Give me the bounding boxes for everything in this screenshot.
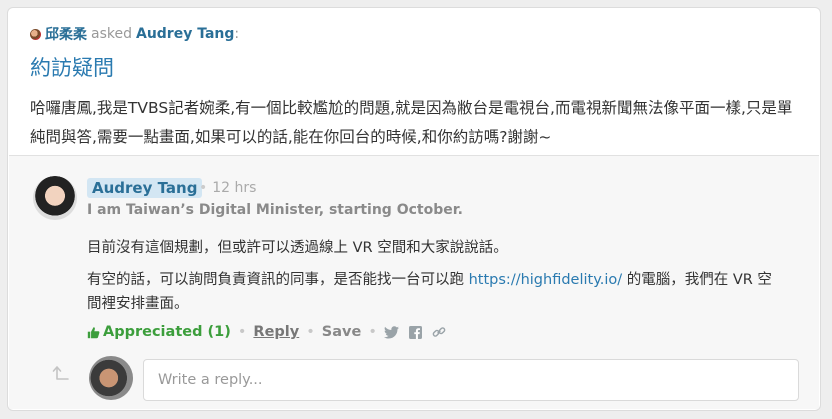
answer-actions: Appreciated (1) • Reply • Save • (87, 324, 456, 340)
question-card: 邱柔柔 asked Audrey Tang : 約訪疑問 哈囉唐鳳,我是TVBS… (7, 7, 821, 411)
reply-input[interactable] (143, 359, 799, 401)
facebook-icon[interactable] (408, 325, 422, 339)
answer-paragraph-2: 有空的話，可以詢問負責資訊的同事，是否能找一台可以跑 https://highf… (87, 268, 777, 316)
question-body: 哈囉唐鳳,我是TVBS記者婉柔,有一個比較尷尬的問題,就是因為敝台是電視台,而電… (30, 99, 793, 146)
highfidelity-link[interactable]: https://highfidelity.io/ (469, 272, 623, 288)
thumbs-up-icon (87, 326, 100, 338)
question-title[interactable]: 約訪疑問 (30, 52, 114, 82)
current-user-avatar[interactable] (89, 356, 133, 400)
asker-avatar[interactable] (30, 28, 41, 40)
meta-colon: : (234, 26, 240, 42)
answer-timestamp: • 12 hrs (199, 180, 257, 196)
recipient-link[interactable]: Audrey Tang (136, 26, 234, 42)
reply-arrow-icon (52, 366, 69, 380)
question-meta: 邱柔柔 asked Audrey Tang : (30, 24, 239, 44)
reply-link[interactable]: Reply (253, 324, 299, 340)
answer-p2-before: 有空的話，可以詢問負責資訊的同事，是否能找一台可以跑 (87, 272, 469, 288)
appreciated-label: Appreciated (1) (103, 324, 231, 340)
reply-area (9, 351, 819, 409)
answer-author-avatar[interactable] (33, 176, 77, 220)
asker-name-link[interactable]: 邱柔柔 (45, 24, 87, 44)
answer-paragraph-1: 目前沒有這個規劃，但或許可以透過線上 VR 空間和大家說說話。 (87, 240, 508, 256)
appreciated-button[interactable]: Appreciated (1) (87, 324, 231, 340)
asked-label: asked (91, 26, 132, 42)
answer-section: Audrey Tang • 12 hrs I am Taiwan’s Digita… (9, 155, 819, 409)
answer-time-text: 12 hrs (212, 180, 257, 196)
twitter-icon[interactable] (383, 325, 399, 339)
link-icon[interactable] (432, 325, 446, 339)
answer-author-bio: I am Taiwan’s Digital Minister, starting… (87, 202, 463, 218)
save-link[interactable]: Save (322, 324, 362, 340)
answer-author-name[interactable]: Audrey Tang (87, 178, 203, 198)
